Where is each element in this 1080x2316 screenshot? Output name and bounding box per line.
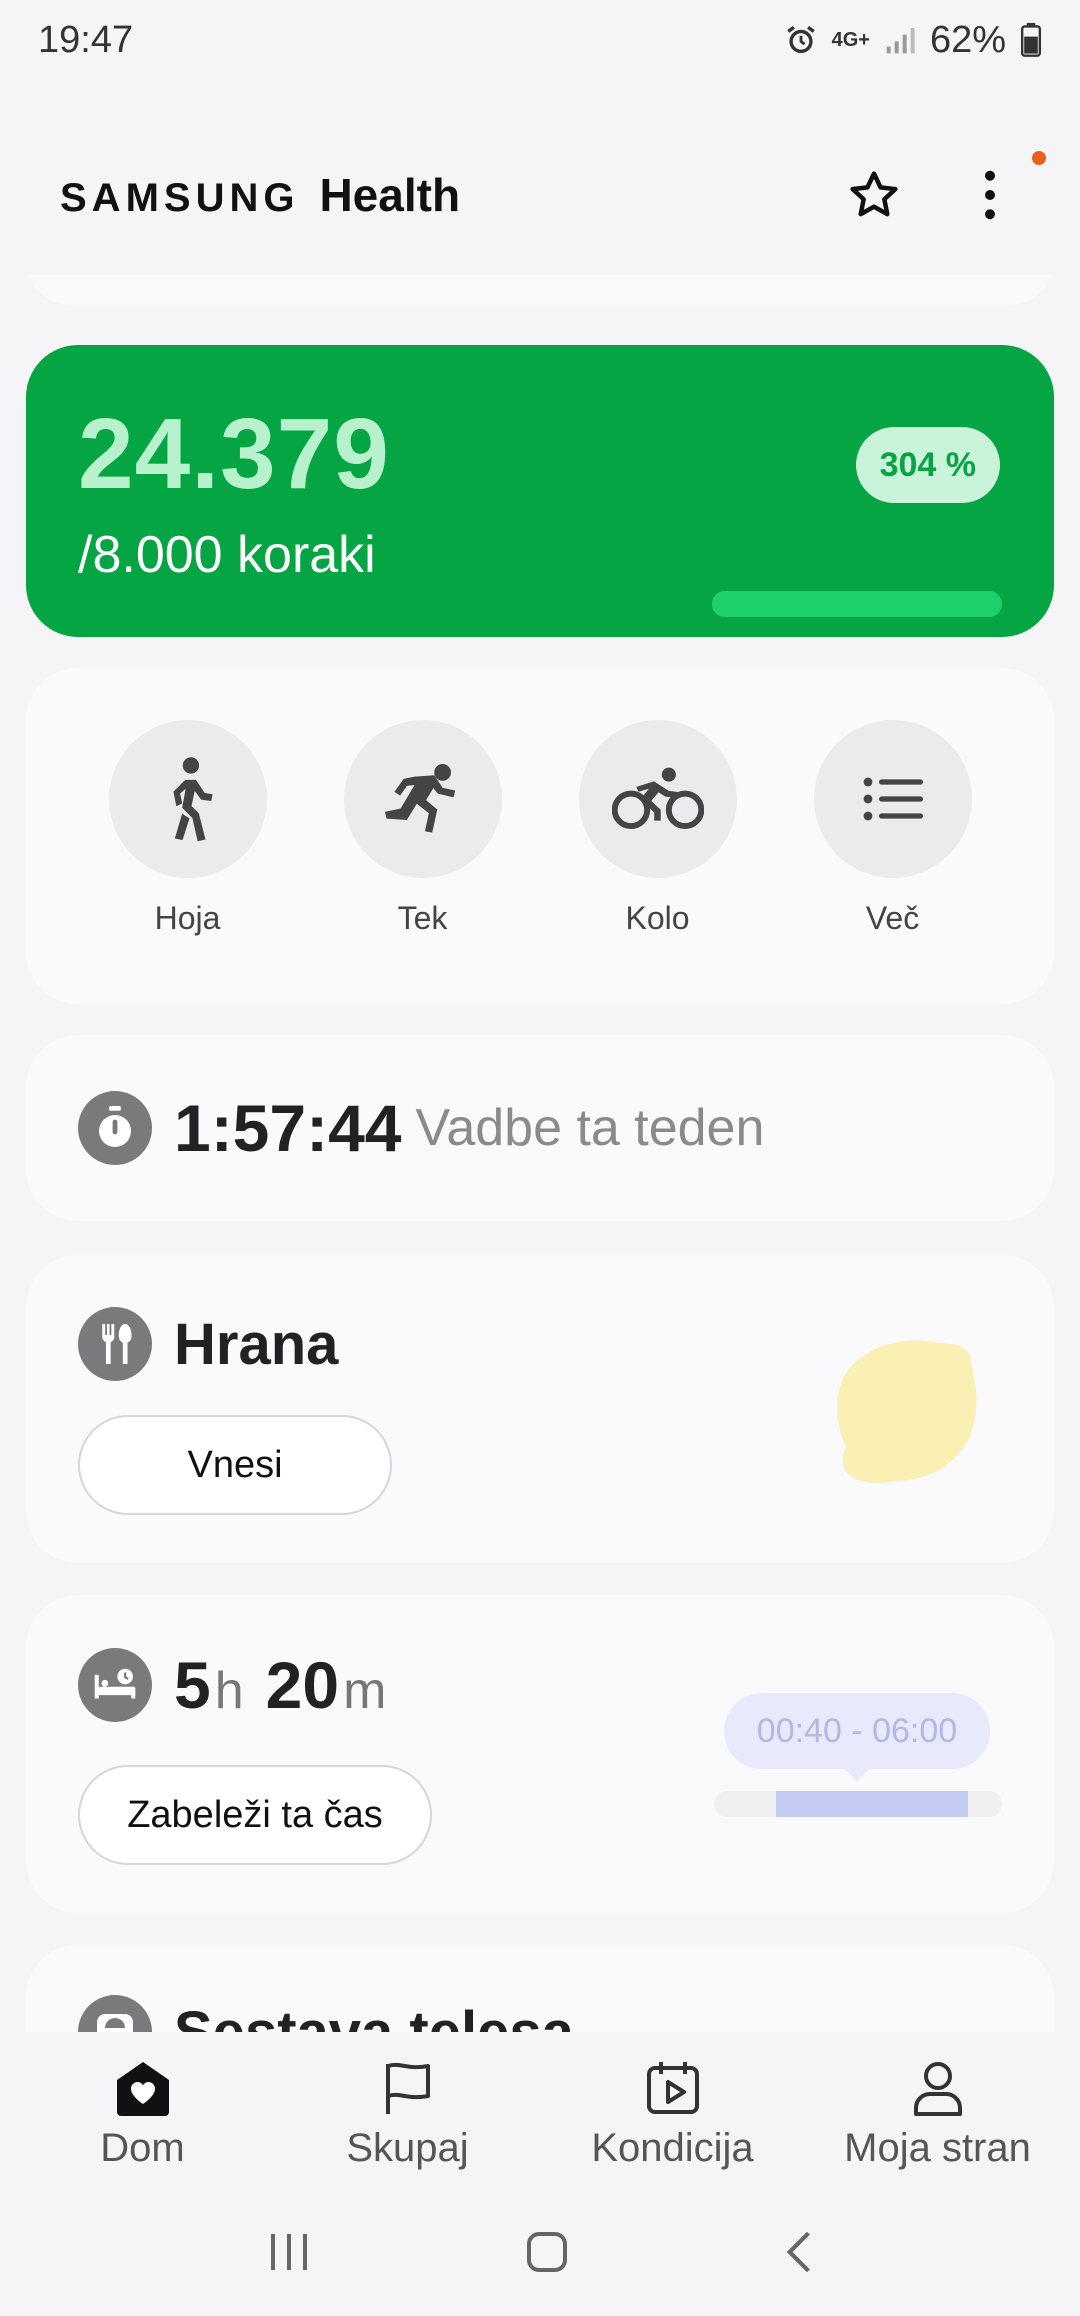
steps-card[interactable]: 24.379 /8.000 koraki 304 % <box>26 345 1054 637</box>
status-bar: 19:47 4G+ 62% <box>0 0 1080 80</box>
notification-dot <box>1032 151 1046 165</box>
bottom-navigation: Dom Skupaj Kondicija Moja stran <box>0 2032 1080 2192</box>
app-bar: SAMSUNG Health <box>0 140 1080 250</box>
steps-count: 24.379 <box>78 398 390 510</box>
log-food-button[interactable]: Vnesi <box>78 1415 392 1515</box>
back-button[interactable] <box>783 2229 813 2280</box>
nav-fitness[interactable]: Kondicija <box>543 2032 803 2192</box>
signal-icon <box>884 24 916 56</box>
more-vertical-icon <box>985 170 995 220</box>
workout-card[interactable]: 1:57:44 Vadbe ta teden <box>26 1035 1054 1221</box>
sleep-minutes: 20 <box>265 1648 340 1722</box>
partial-card <box>26 275 1054 305</box>
sleep-minutes-unit: m <box>343 1662 387 1720</box>
nav-my-page[interactable]: Moja stran <box>808 2032 1068 2192</box>
nav-home[interactable]: Dom <box>13 2032 273 2192</box>
bike-icon <box>611 767 704 830</box>
status-time: 19:47 <box>38 18 134 61</box>
steps-goal: /8.000 koraki <box>78 526 376 584</box>
sleep-hours-unit: h <box>214 1662 244 1720</box>
scale-icon <box>78 1995 152 2032</box>
nav-together-label: Skupaj <box>346 2126 469 2170</box>
battery-icon <box>1020 23 1042 57</box>
home-square-icon <box>527 2231 567 2272</box>
brand-health: Health <box>319 169 461 221</box>
activity-more[interactable]: Več <box>808 720 978 1004</box>
record-sleep-button[interactable]: Zabeleži ta čas <box>78 1765 432 1865</box>
back-chevron-icon <box>786 2231 810 2272</box>
list-icon <box>863 777 923 821</box>
activity-run-label: Tek <box>397 900 448 936</box>
nav-together[interactable]: Skupaj <box>278 2032 538 2192</box>
recent-apps-button[interactable] <box>267 2232 311 2277</box>
activity-run[interactable]: Tek <box>338 720 508 1004</box>
stopwatch-icon <box>78 1091 152 1165</box>
app-logo: SAMSUNG Health <box>60 168 460 222</box>
system-navigation-bar <box>0 2192 1080 2316</box>
sleep-card[interactable]: 5 h 20 m Zabeleži ta čas 00:40 - 06:00 <box>26 1595 1054 1913</box>
battery-level: 62% <box>929 18 1006 61</box>
calendar-play-icon <box>646 2062 699 2114</box>
run-icon <box>384 764 455 833</box>
sleep-timeline-range <box>776 1791 968 1817</box>
body-composition-card[interactable]: Sestava telesa <box>26 1945 1054 2032</box>
alarm-icon <box>784 23 818 57</box>
quick-activity-card: Hoja Tek Kolo Več <box>26 668 1054 1004</box>
network-icon: 4G+ <box>831 29 870 51</box>
recent-apps-icon <box>271 2233 307 2270</box>
steps-percent-badge: 304 % <box>855 427 1000 503</box>
food-title: Hrana <box>174 1311 339 1377</box>
fork-knife-icon <box>78 1307 152 1381</box>
activity-walk-label: Hoja <box>154 900 221 936</box>
activity-bike[interactable]: Kolo <box>573 720 743 1004</box>
lemon-illustration <box>826 1333 982 1494</box>
sleep-hours: 5 <box>174 1648 211 1722</box>
home-button[interactable] <box>525 2230 569 2279</box>
sleep-range-bubble: 00:40 - 06:00 <box>724 1693 990 1781</box>
flag-icon <box>385 2062 430 2114</box>
activity-more-label: Več <box>865 900 920 936</box>
workout-label: Vadbe ta teden <box>415 1099 765 1157</box>
brand-samsung: SAMSUNG <box>60 176 300 220</box>
star-icon <box>850 171 898 217</box>
nav-fitness-label: Kondicija <box>591 2126 754 2170</box>
food-card[interactable]: Hrana Vnesi <box>26 1255 1054 1563</box>
activity-bike-label: Kolo <box>625 900 690 936</box>
workout-time: 1:57:44 <box>174 1091 402 1165</box>
nav-home-label: Dom <box>100 2126 185 2170</box>
steps-progress-bar <box>712 591 1002 617</box>
status-icons: 4G+ 62% <box>784 19 1042 62</box>
more-options-button[interactable] <box>960 151 1046 225</box>
nav-my-page-label: Moja stran <box>844 2126 1031 2170</box>
activity-walk[interactable]: Hoja <box>103 720 273 1004</box>
home-heart-icon <box>116 2062 169 2116</box>
favorites-button[interactable] <box>844 165 904 225</box>
sleep-bed-icon <box>78 1648 152 1722</box>
steps-progress-fill <box>712 591 1002 617</box>
sleep-duration: 5 h 20 m <box>174 1647 404 1723</box>
walk-icon <box>172 757 212 842</box>
home-feed[interactable]: 24.379 /8.000 koraki 304 % Hoja Tek Kolo <box>0 275 1080 2032</box>
person-icon <box>913 2062 962 2116</box>
body-composition-title: Sestava telesa <box>174 1999 574 2033</box>
